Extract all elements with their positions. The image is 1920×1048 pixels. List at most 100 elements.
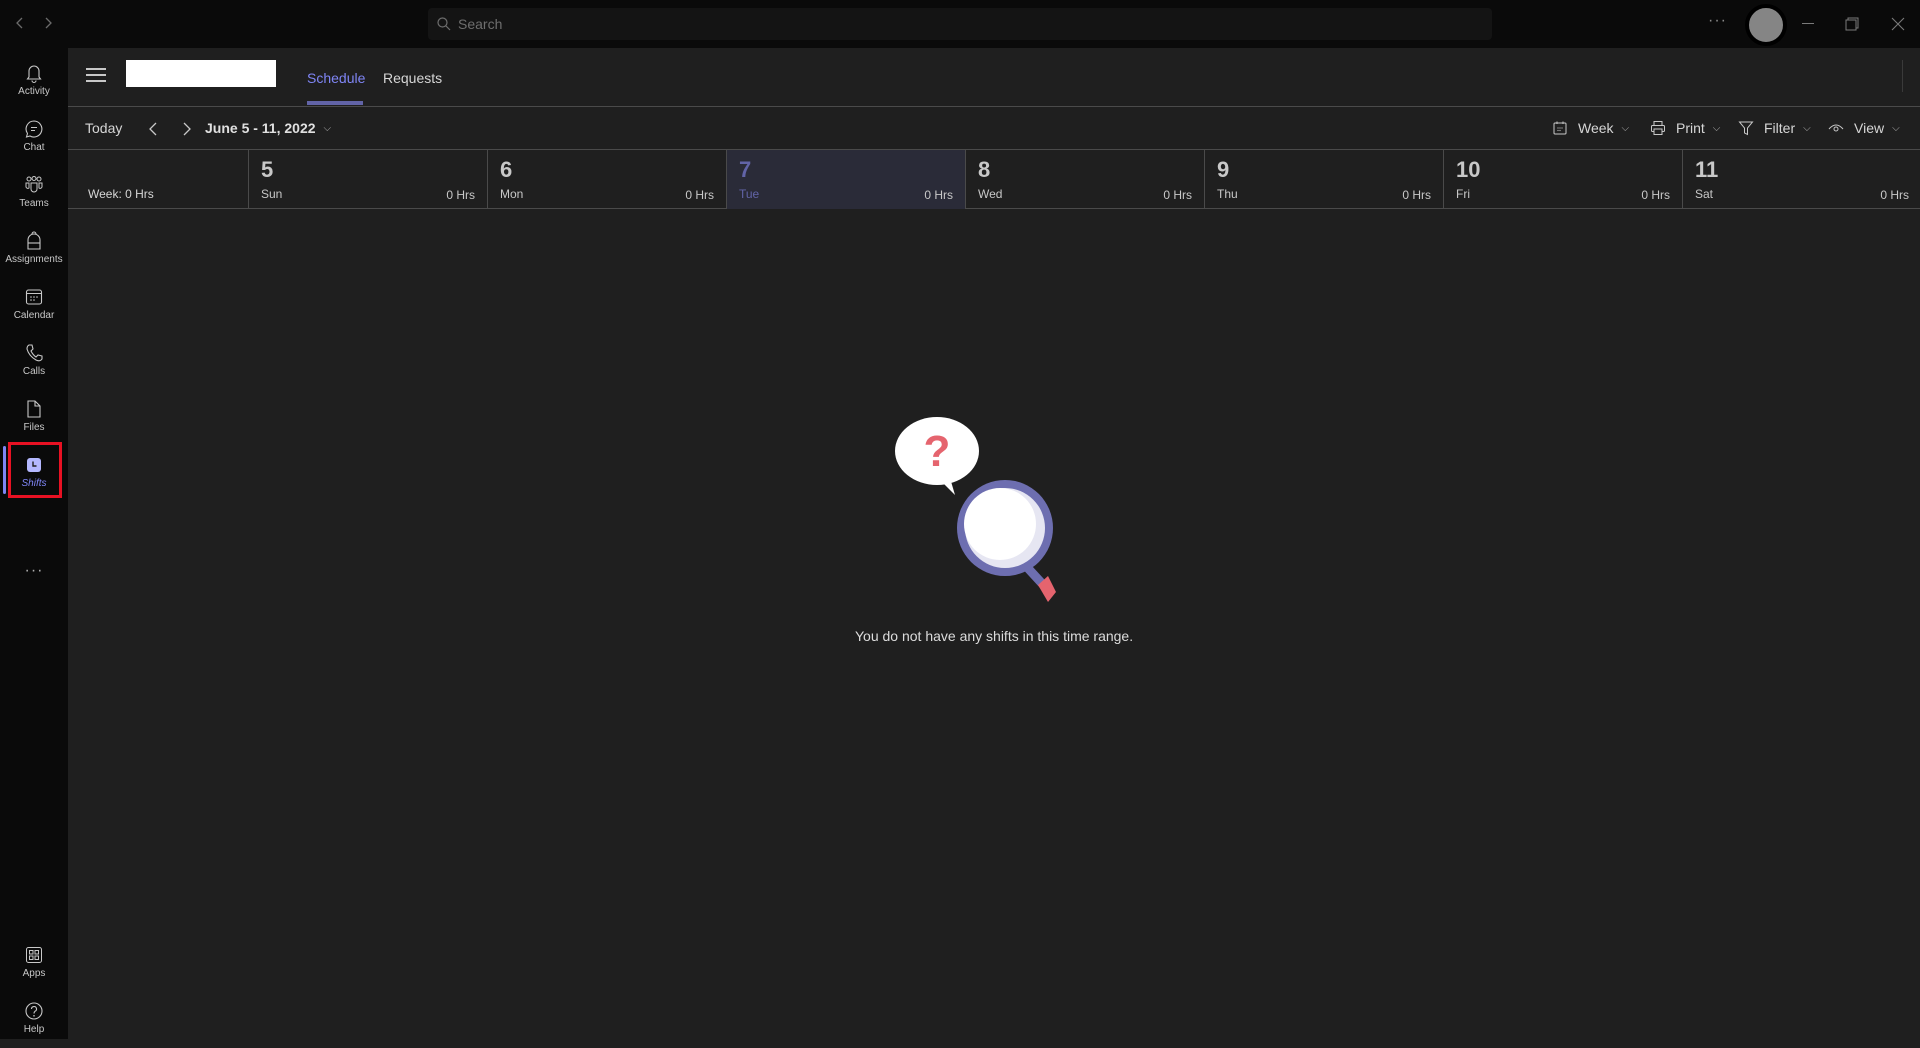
search-icon <box>437 17 451 31</box>
apps-icon <box>26 947 42 963</box>
active-tab-indicator <box>307 101 363 105</box>
calendar-icon <box>1553 121 1567 135</box>
date-range-picker[interactable]: June 5 - 11, 2022 ⌵ <box>205 120 331 136</box>
day-column-header[interactable]: 6 Mon 0 Hrs <box>487 150 726 209</box>
rail-item-files[interactable]: Files <box>0 390 68 446</box>
printer-icon <box>1651 121 1665 135</box>
week-dropdown[interactable]: Week ⌵ <box>1552 120 1629 136</box>
rail-item-chat[interactable]: Chat <box>0 110 68 166</box>
tab-schedule[interactable]: Schedule <box>307 70 365 86</box>
restore-button[interactable] <box>1840 12 1864 36</box>
rail-label: Assignments <box>5 254 63 265</box>
rail-label: Help <box>23 1024 45 1035</box>
rail-label: Apps <box>22 968 46 979</box>
menu-button[interactable] <box>86 68 106 84</box>
rail-item-apps[interactable]: Apps <box>0 936 68 992</box>
filter-icon <box>1738 121 1754 136</box>
day-hours: 0 Hrs <box>1880 188 1909 202</box>
app-header: Schedule Requests ··· <box>68 48 1920 107</box>
team-name-redacted <box>126 60 276 87</box>
day-name: Mon <box>500 187 524 201</box>
chevron-left-icon <box>149 122 157 136</box>
chevron-left-icon <box>16 17 23 29</box>
day-name: Wed <box>978 187 1003 201</box>
hamburger-icon-line <box>86 80 106 82</box>
hamburger-icon-line <box>86 74 106 76</box>
close-button[interactable] <box>1886 12 1910 36</box>
empty-state-message: You do not have any shifts in this time … <box>855 628 1134 644</box>
bell-icon <box>26 65 42 84</box>
rail-label: Teams <box>19 198 49 209</box>
rail-label: Activity <box>18 86 50 97</box>
next-week-button[interactable] <box>178 121 204 137</box>
speech-bubble-icon: ? <box>895 417 979 495</box>
phone-icon <box>26 344 43 362</box>
calendar-icon <box>25 289 43 305</box>
print-dropdown[interactable]: Print ⌵ <box>1650 120 1720 136</box>
chevron-right-icon <box>45 17 52 29</box>
rail-item-activity[interactable]: Activity <box>0 54 68 110</box>
magnifier-icon <box>957 480 1056 602</box>
week-label: Week <box>1578 120 1614 136</box>
week-header: Week: 0 Hrs 5 Sun 0 Hrs 6 Mon 0 Hrs 7 Tu… <box>68 149 1920 209</box>
eye-icon <box>1828 124 1844 132</box>
day-column-header-today[interactable]: 7 Tue 0 Hrs <box>726 150 965 209</box>
divider <box>1902 60 1903 92</box>
tab-requests[interactable]: Requests <box>383 70 442 86</box>
rail-item-assignments[interactable]: Assignments <box>0 222 68 278</box>
day-number: 9 <box>1217 157 1230 182</box>
day-name: Tue <box>739 187 760 201</box>
help-icon <box>25 1002 43 1020</box>
day-column-header[interactable]: 5 Sun 0 Hrs <box>248 150 487 209</box>
day-number: 6 <box>500 157 513 182</box>
rail-label: Calendar <box>13 310 55 321</box>
day-column-header[interactable]: 9 Thu 0 Hrs <box>1204 150 1443 209</box>
back-button[interactable] <box>10 14 30 34</box>
print-label: Print <box>1676 120 1705 136</box>
day-name: Fri <box>1456 187 1470 201</box>
day-number: 8 <box>978 157 991 182</box>
more-apps-button[interactable]: ··· <box>0 562 68 580</box>
question-mark: ? <box>924 427 951 476</box>
file-icon <box>27 400 41 418</box>
hamburger-icon <box>86 68 106 70</box>
chevron-down-icon: ⌵ <box>1803 122 1811 134</box>
filter-dropdown[interactable]: Filter ⌵ <box>1738 120 1811 136</box>
chevron-down-icon: ⌵ <box>1621 122 1630 134</box>
day-name: Sun <box>261 187 283 201</box>
day-hours: 0 Hrs <box>685 188 714 202</box>
chevron-down-icon: ⌵ <box>1892 122 1900 134</box>
rail-label: Files <box>23 422 45 433</box>
today-button[interactable]: Today <box>85 120 122 136</box>
rail-item-help[interactable]: Help <box>0 992 68 1048</box>
minimize-icon <box>1802 23 1814 24</box>
restore-icon <box>1845 17 1859 31</box>
rail-item-calls[interactable]: Calls <box>0 334 68 390</box>
rail-item-calendar[interactable]: Calendar <box>0 278 68 334</box>
search-bar[interactable] <box>428 8 1492 40</box>
day-column-header[interactable]: 11 Sat 0 Hrs <box>1682 150 1920 209</box>
empty-state-illustration: ? <box>850 400 1150 660</box>
day-column-header[interactable]: 10 Fri 0 Hrs <box>1443 150 1682 209</box>
close-icon <box>1891 17 1905 31</box>
day-hours: 0 Hrs <box>1163 188 1192 202</box>
date-range-label: June 5 - 11, 2022 <box>205 120 316 136</box>
day-number: 10 <box>1456 157 1481 182</box>
day-column-header[interactable]: 8 Wed 0 Hrs <box>965 150 1204 209</box>
view-dropdown[interactable]: View ⌵ <box>1828 120 1900 136</box>
day-name: Sat <box>1695 187 1714 201</box>
highlight-annotation <box>8 442 62 498</box>
title-bar: ··· <box>0 0 1920 48</box>
profile-avatar[interactable] <box>1745 4 1787 46</box>
search-input[interactable] <box>458 16 1462 32</box>
chevron-down-icon: ⌵ <box>323 122 332 134</box>
rail-item-teams[interactable]: Teams <box>0 166 68 222</box>
settings-more-button[interactable]: ··· <box>1708 12 1727 30</box>
minimize-button[interactable] <box>1796 12 1820 36</box>
forward-button[interactable] <box>38 14 58 34</box>
day-hours: 0 Hrs <box>446 188 475 202</box>
week-total-hours: Week: 0 Hrs <box>88 187 154 201</box>
schedule-toolbar: Today June 5 - 11, 2022 ⌵ Week ⌵ Print ⌵… <box>68 108 1920 149</box>
day-hours: 0 Hrs <box>1402 188 1431 202</box>
previous-week-button[interactable] <box>146 121 172 137</box>
